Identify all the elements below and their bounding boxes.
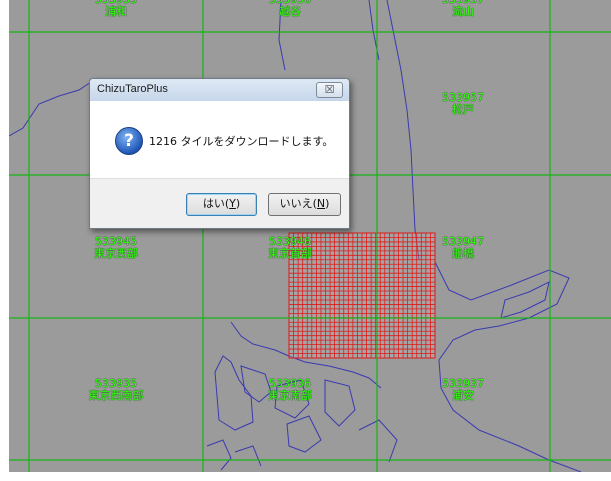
question-icon: ? bbox=[115, 127, 143, 155]
mesh-label-nagareyama: 533957流山 bbox=[442, 0, 484, 18]
map-canvas[interactable]: 533955浦和 533956越谷 533957流山 533957松戸 5339… bbox=[9, 0, 611, 472]
landfill-path bbox=[206, 439, 232, 471]
close-icon: ☒ bbox=[324, 83, 335, 96]
mesh-label-funabashi: 533947 船橋 bbox=[442, 235, 484, 260]
mesh-label-tokyo-southwest: 533935 東京西南部 bbox=[88, 377, 144, 402]
dialog-message: 1216 タイルをダウンロードします。 bbox=[149, 135, 334, 148]
yes-button[interactable]: はい(Y) bbox=[186, 193, 257, 216]
mesh-label-tokyo-center: 533946 東京首部 bbox=[268, 235, 312, 260]
dialog-footer: はい(Y) いいえ(N) bbox=[90, 178, 349, 228]
dialog-body: ? 1216 タイルをダウンロードします。 bbox=[90, 101, 349, 179]
mesh-label-matsudo: 533957 松戸 bbox=[442, 91, 484, 116]
close-button[interactable]: ☒ bbox=[316, 82, 343, 98]
coastline-path bbox=[434, 261, 582, 472]
mesh-label-tokyo-south: 533936 東京南部 bbox=[268, 377, 312, 402]
river-path bbox=[386, 0, 420, 261]
mesh-label-urayasu: 533937 浦安 bbox=[442, 377, 484, 402]
mesh-label-koshigaya: 533956越谷 bbox=[269, 0, 311, 18]
coastline-path bbox=[358, 419, 398, 463]
mesh-label-tokyo-west: 533945 東京西部 bbox=[94, 235, 138, 260]
coastline-path bbox=[9, 77, 98, 137]
landfill-path bbox=[234, 445, 262, 467]
download-confirm-dialog: ChizuTaroPlus ☒ ? 1216 タイルをダウンロードします。 はい… bbox=[89, 78, 350, 229]
island-path bbox=[500, 281, 550, 319]
dialog-titlebar[interactable]: ChizuTaroPlus ☒ bbox=[90, 79, 349, 101]
mesh-label-urawa: 533955浦和 bbox=[95, 0, 137, 18]
landfill-path bbox=[286, 415, 322, 453]
no-button[interactable]: いいえ(N) bbox=[268, 193, 341, 216]
dialog-title: ChizuTaroPlus bbox=[97, 83, 168, 95]
